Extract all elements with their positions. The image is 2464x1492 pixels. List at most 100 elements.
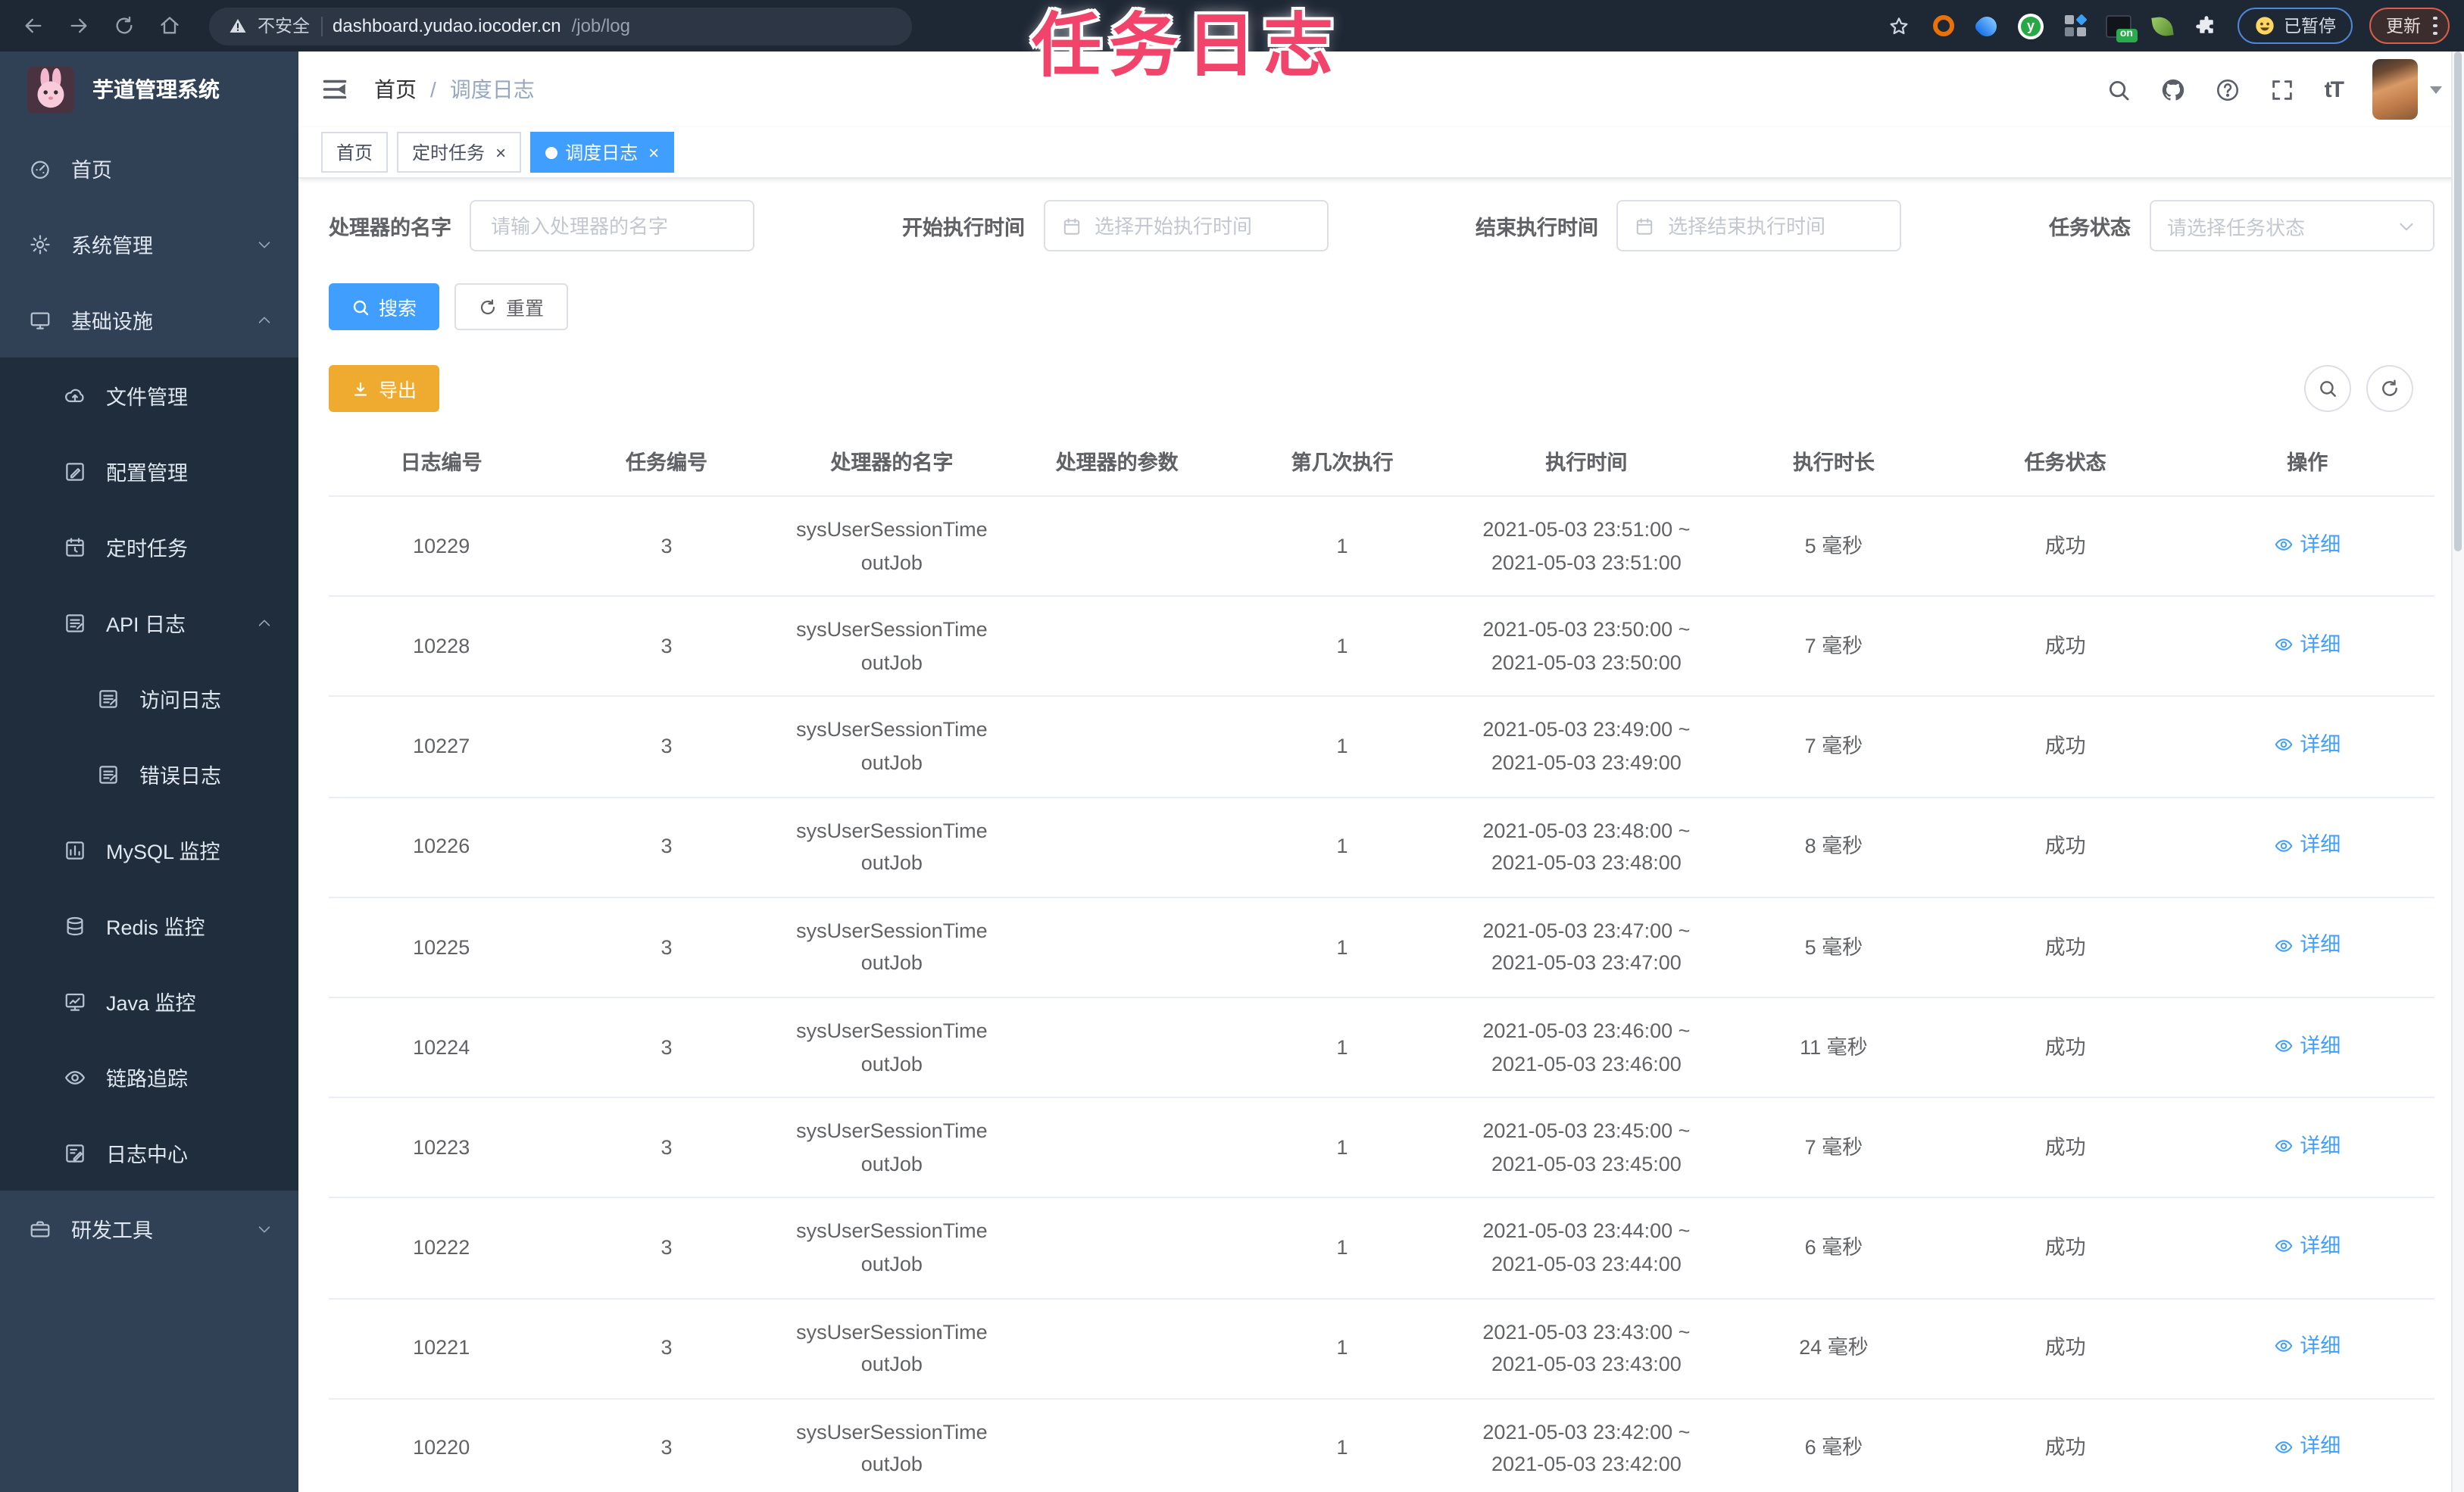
handler-name-input[interactable] — [470, 200, 754, 251]
sidebar-item-定时任务[interactable]: 定时任务 — [0, 509, 298, 585]
sidebar-item-错误日志[interactable]: 错误日志 — [0, 736, 298, 812]
column-header-日志编号: 日志编号 — [329, 426, 554, 497]
sidebar-item-Java 监控[interactable]: Java 监控 — [0, 963, 298, 1039]
extension-leaf-icon[interactable] — [2149, 12, 2176, 39]
begin-time-input[interactable] — [1043, 200, 1328, 251]
begin-time-field[interactable] — [1091, 213, 1310, 239]
reset-button[interactable]: 重置 — [454, 283, 569, 330]
header-search-icon[interactable] — [2106, 76, 2132, 102]
handler-name-cell: sysUserSessionTimeoutJob — [779, 696, 1005, 798]
sidebar-item-系统管理[interactable]: 系统管理 — [0, 206, 298, 282]
detail-link[interactable]: 详细 — [2274, 629, 2341, 661]
close-tab-icon[interactable]: × — [648, 143, 659, 161]
hamburger-icon[interactable] — [321, 76, 348, 103]
execute-time-cell: 2021-05-03 23:47:00 ~ 2021-05-03 23:47:00 — [1454, 897, 1719, 998]
scrollbar-thumb[interactable] — [2454, 52, 2462, 551]
sidebar-item-Redis 监控[interactable]: Redis 监控 — [0, 888, 298, 963]
detail-link[interactable]: 详细 — [2274, 829, 2341, 861]
sidebar-item-label: 文件管理 — [106, 386, 188, 409]
browser-forward-icon[interactable] — [61, 8, 97, 44]
end-time-field[interactable] — [1665, 213, 1883, 239]
toggle-search-button[interactable] — [2303, 365, 2350, 412]
toolbox-icon — [29, 1217, 52, 1240]
bookmark-star-icon[interactable] — [1885, 12, 1913, 39]
job-id-cell: 3 — [554, 596, 779, 698]
chart-icon — [64, 838, 86, 861]
sidebar-item-日志中心[interactable]: 日志中心 — [0, 1115, 298, 1191]
browser-home-icon[interactable] — [151, 8, 188, 44]
tab-调度日志[interactable]: 调度日志 × — [530, 132, 675, 173]
detail-link[interactable]: 详细 — [2274, 1330, 2341, 1362]
sidebar-item-研发工具[interactable]: 研发工具 — [0, 1191, 298, 1266]
github-icon[interactable] — [2161, 76, 2187, 102]
tab-定时任务[interactable]: 定时任务 × — [397, 132, 522, 173]
handler-name-field[interactable] — [488, 213, 736, 239]
breadcrumb-home[interactable]: 首页 — [374, 74, 417, 105]
sidebar-item-label: 首页 — [71, 159, 112, 182]
select-placeholder: 请选择任务状态 — [2167, 216, 2306, 239]
sidebar-logo[interactable]: 芋道管理系统 — [0, 52, 298, 127]
export-button[interactable]: 导出 — [329, 365, 440, 412]
detail-link[interactable]: 详细 — [2274, 1230, 2341, 1263]
execute-time-end: 2021-05-03 23:46:00 — [1491, 1052, 1682, 1075]
detail-link[interactable]: 详细 — [2274, 1130, 2341, 1163]
detail-link[interactable]: 详细 — [2274, 929, 2341, 962]
detail-label: 详细 — [2300, 632, 2341, 656]
filter-label-handler-name: 处理器的名字 — [329, 217, 451, 239]
extension-orange-icon[interactable] — [1929, 12, 1957, 39]
sidebar-item-访问日志[interactable]: 访问日志 — [0, 660, 298, 736]
detail-label: 详细 — [2300, 1434, 2341, 1458]
sidebar-item-文件管理[interactable]: 文件管理 — [0, 357, 298, 433]
execute-index-cell: 1 — [1229, 1197, 1455, 1300]
user-avatar[interactable] — [2372, 59, 2417, 120]
sidebar-item-配置管理[interactable]: 配置管理 — [0, 433, 298, 509]
execute-index-cell: 1 — [1229, 496, 1455, 598]
handler-param-cell — [1004, 496, 1230, 598]
refresh-table-button[interactable] — [2366, 365, 2412, 412]
sidebar-item-API 日志[interactable]: API 日志 — [0, 585, 298, 660]
status-cell: 成功 — [1949, 797, 2181, 898]
detail-link[interactable]: 详细 — [2274, 1431, 2341, 1463]
tab-label: 调度日志 — [565, 142, 639, 164]
sidebar-item-首页[interactable]: 首页 — [0, 130, 298, 206]
tab-首页[interactable]: 首页 — [321, 132, 389, 173]
sidebar-item-MySQL 监控[interactable]: MySQL 监控 — [0, 812, 298, 888]
help-question-icon[interactable] — [2216, 76, 2241, 102]
handler-param-cell — [1004, 1298, 1230, 1400]
sidebar-item-基础设施[interactable]: 基础设施 — [0, 282, 298, 357]
action-cell: 详细 — [2181, 1197, 2434, 1300]
extension-blue-icon[interactable] — [1972, 11, 2001, 40]
refresh-icon — [480, 298, 495, 314]
detail-link[interactable]: 详细 — [2274, 528, 2341, 560]
browser-reload-icon[interactable] — [106, 8, 142, 44]
tab-label: 首页 — [336, 142, 373, 164]
extension-on-badge-icon[interactable]: on — [2105, 12, 2137, 42]
detail-link[interactable]: 详细 — [2274, 729, 2341, 761]
job-status-select[interactable]: 请选择任务状态 — [2149, 200, 2434, 251]
browser-menu-kebab-icon[interactable] — [2433, 16, 2437, 36]
eye-icon — [2274, 835, 2294, 855]
extension-green-y-icon[interactable]: y — [2017, 12, 2044, 39]
browser-update-badge[interactable]: 更新 — [2369, 8, 2449, 44]
window-scrollbar[interactable] — [2450, 52, 2464, 1492]
detail-link[interactable]: 详细 — [2274, 1029, 2341, 1062]
page-content: 处理器的名字开始执行时间结束执行时间任务状态请选择任务状态 搜索 重置 导出 — [298, 179, 2464, 1492]
sidebar-item-链路追踪[interactable]: 链路追踪 — [0, 1039, 298, 1115]
table-body: 10229 3 sysUserSessionTimeoutJob 1 2021-05-0… — [329, 496, 2434, 1492]
extensions-puzzle-icon[interactable] — [2193, 12, 2220, 39]
profile-paused-badge[interactable]: 已暂停 — [2237, 8, 2353, 44]
eye-icon — [2274, 1036, 2294, 1056]
table-row: 10221 3 sysUserSessionTimeoutJob 1 2021-05-0… — [329, 1298, 2434, 1400]
search-button[interactable]: 搜索 — [329, 283, 440, 330]
user-menu[interactable] — [2372, 59, 2441, 120]
browser-back-icon[interactable] — [15, 8, 52, 44]
font-size-icon[interactable]: tT — [2325, 76, 2344, 102]
address-bar[interactable]: 不安全 dashboard.yudao.iocoder.cn/job/log — [209, 7, 912, 45]
column-header-处理器的参数: 处理器的参数 — [1004, 426, 1230, 497]
fullscreen-icon[interactable] — [2270, 76, 2296, 102]
insecure-warning-icon[interactable] — [229, 17, 247, 35]
handler-name-cell: sysUserSessionTimeoutJob — [779, 1298, 1005, 1400]
end-time-input[interactable] — [1616, 200, 1901, 251]
close-tab-icon[interactable]: × — [495, 143, 506, 161]
extension-grid-icon[interactable] — [2061, 12, 2088, 39]
